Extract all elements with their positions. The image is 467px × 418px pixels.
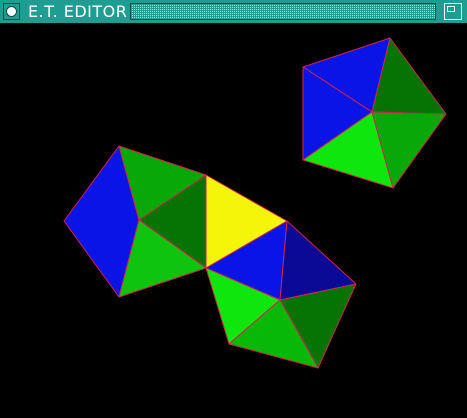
pentagon-left[interactable] <box>63 145 207 298</box>
window-title: E.T. EDITOR <box>28 2 128 21</box>
zoom-inner-icon <box>447 6 455 12</box>
title-drag-pattern[interactable] <box>130 3 436 20</box>
zoom-box-icon[interactable] <box>444 3 462 20</box>
editor-canvas[interactable] <box>0 23 467 418</box>
close-box-icon[interactable] <box>3 3 20 20</box>
editor-window: E.T. EDITOR <box>0 0 467 418</box>
close-dot-icon <box>6 6 17 17</box>
title-bar[interactable]: E.T. EDITOR <box>0 0 467 23</box>
polyhedra-drawing <box>63 37 447 369</box>
pentagon-top-right[interactable] <box>302 37 447 189</box>
